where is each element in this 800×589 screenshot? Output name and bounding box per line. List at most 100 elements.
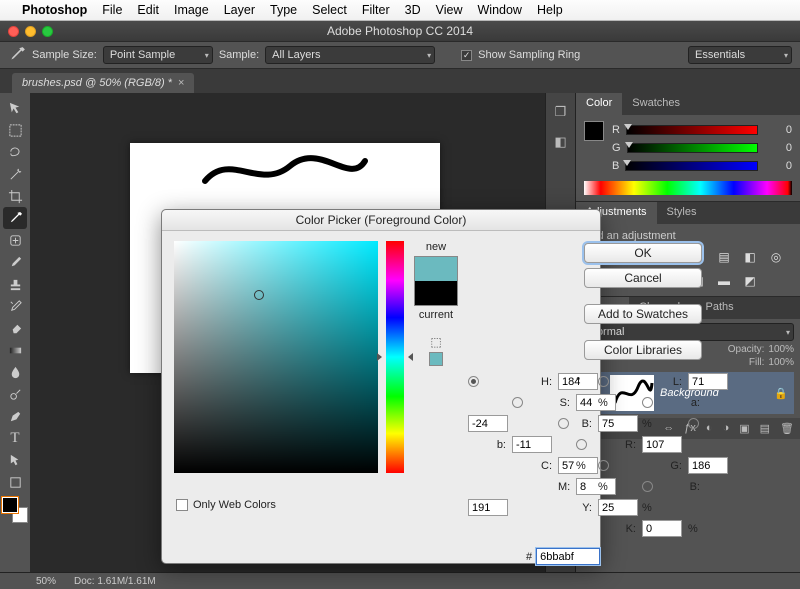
menu-layer[interactable]: Layer — [224, 3, 255, 17]
move-tool-icon[interactable] — [3, 97, 27, 119]
radio-bb[interactable] — [642, 481, 653, 492]
label-k: K: — [598, 523, 638, 535]
input-a[interactable] — [468, 415, 508, 432]
radio-r[interactable] — [576, 439, 587, 450]
radio-b[interactable] — [558, 418, 569, 429]
dodge-tool-icon[interactable] — [3, 383, 27, 405]
color-panel-swatch[interactable] — [584, 121, 604, 141]
radio-a[interactable] — [642, 397, 653, 408]
r-slider[interactable] — [626, 125, 758, 135]
radio-lab-b[interactable] — [688, 418, 699, 429]
fill-value[interactable]: 100% — [768, 357, 794, 368]
menu-file[interactable]: File — [102, 3, 122, 17]
eraser-tool-icon[interactable] — [3, 317, 27, 339]
gradient-tool-icon[interactable] — [3, 339, 27, 361]
shape-tool-icon[interactable] — [3, 471, 27, 493]
workspace-select[interactable]: Essentials — [688, 46, 792, 64]
path-select-tool-icon[interactable] — [3, 449, 27, 471]
menu-appname[interactable]: Photoshop — [22, 3, 87, 17]
history-panel-icon[interactable]: ❐ — [549, 100, 573, 124]
sample-size-select[interactable]: Point Sample — [103, 46, 213, 64]
radio-l[interactable] — [598, 376, 609, 387]
color-field-marker[interactable] — [254, 290, 264, 300]
blur-tool-icon[interactable] — [3, 361, 27, 383]
show-sampling-ring-checkbox[interactable]: ✓ — [461, 50, 472, 61]
radio-h[interactable] — [468, 376, 479, 387]
add-to-swatches-button[interactable]: Add to Swatches — [584, 304, 702, 324]
adj-photofilter-icon[interactable]: ◎ — [766, 248, 786, 266]
tab-color[interactable]: Color — [576, 93, 622, 115]
spectrum-bar[interactable] — [584, 181, 792, 195]
menu-image[interactable]: Image — [174, 3, 209, 17]
radio-s[interactable] — [512, 397, 523, 408]
input-hex[interactable] — [536, 548, 600, 565]
document-tab[interactable]: brushes.psd @ 50% (RGB/8) * × — [12, 73, 194, 93]
history-brush-tool-icon[interactable] — [3, 295, 27, 317]
hue-slider[interactable] — [386, 241, 404, 473]
input-lab-b[interactable] — [512, 436, 552, 453]
menu-edit[interactable]: Edit — [137, 3, 159, 17]
web-safe-icon[interactable]: ⬚ — [430, 335, 441, 349]
marquee-tool-icon[interactable] — [3, 119, 27, 141]
adj-gradmap-icon[interactable]: ▬ — [714, 272, 734, 290]
close-tab-icon[interactable]: × — [178, 77, 184, 89]
properties-panel-icon[interactable]: ◧ — [549, 130, 573, 154]
label-l: L: — [642, 376, 684, 388]
input-y[interactable] — [598, 499, 638, 516]
tab-styles[interactable]: Styles — [657, 202, 707, 224]
adjustment-layer-icon[interactable]: ◑ — [723, 422, 730, 435]
ok-button[interactable]: OK — [584, 243, 702, 263]
zoom-level[interactable]: 50% — [36, 576, 56, 587]
menu-view[interactable]: View — [436, 3, 463, 17]
color-swatches[interactable] — [2, 497, 28, 523]
unit-y: % — [642, 502, 684, 514]
tab-swatches[interactable]: Swatches — [622, 93, 690, 115]
opacity-label: Opacity: — [728, 344, 765, 355]
radio-g[interactable] — [598, 460, 609, 471]
brush-tool-icon[interactable] — [3, 251, 27, 273]
healing-tool-icon[interactable] — [3, 229, 27, 251]
window-minimize-icon[interactable] — [25, 26, 36, 37]
input-b[interactable] — [598, 415, 638, 432]
color-field[interactable] — [174, 241, 378, 473]
label-g: G: — [642, 460, 684, 472]
lock-icon[interactable]: 🔒 — [774, 387, 788, 400]
group-icon[interactable]: ▣ — [739, 422, 749, 435]
input-bb[interactable] — [468, 499, 508, 516]
window-close-icon[interactable] — [8, 26, 19, 37]
b-slider[interactable] — [625, 161, 758, 171]
crop-tool-icon[interactable] — [3, 185, 27, 207]
wand-tool-icon[interactable] — [3, 163, 27, 185]
mask-icon[interactable]: ◐ — [706, 422, 713, 435]
sample-select[interactable]: All Layers — [265, 46, 435, 64]
window-zoom-icon[interactable] — [42, 26, 53, 37]
trash-icon[interactable]: 🗑 — [780, 422, 794, 435]
foreground-color-swatch[interactable] — [2, 497, 18, 513]
menu-type[interactable]: Type — [270, 3, 297, 17]
type-tool-icon[interactable]: T — [3, 427, 27, 449]
eyedropper-tool-icon[interactable] — [3, 207, 27, 229]
only-web-colors-checkbox[interactable] — [176, 499, 188, 511]
menu-3d[interactable]: 3D — [405, 3, 421, 17]
adj-bw-icon[interactable]: ◧ — [740, 248, 760, 266]
g-slider[interactable] — [627, 143, 758, 153]
menu-select[interactable]: Select — [312, 3, 347, 17]
pen-tool-icon[interactable] — [3, 405, 27, 427]
adj-selective-icon[interactable]: ◩ — [740, 272, 760, 290]
adj-hue-icon[interactable]: ▤ — [714, 248, 734, 266]
new-layer-icon[interactable]: ▤ — [760, 422, 770, 435]
web-safe-swatch[interactable] — [429, 352, 443, 366]
input-g[interactable] — [688, 457, 728, 474]
cancel-button[interactable]: Cancel — [584, 268, 702, 288]
input-k[interactable] — [642, 520, 682, 537]
stamp-tool-icon[interactable] — [3, 273, 27, 295]
color-libraries-button[interactable]: Color Libraries — [584, 340, 702, 360]
input-r[interactable] — [642, 436, 682, 453]
menu-help[interactable]: Help — [537, 3, 563, 17]
input-l[interactable] — [688, 373, 728, 390]
menu-filter[interactable]: Filter — [362, 3, 390, 17]
menu-window[interactable]: Window — [478, 3, 522, 17]
tab-paths[interactable]: Paths — [696, 297, 744, 319]
opacity-value[interactable]: 100% — [768, 344, 794, 355]
lasso-tool-icon[interactable] — [3, 141, 27, 163]
